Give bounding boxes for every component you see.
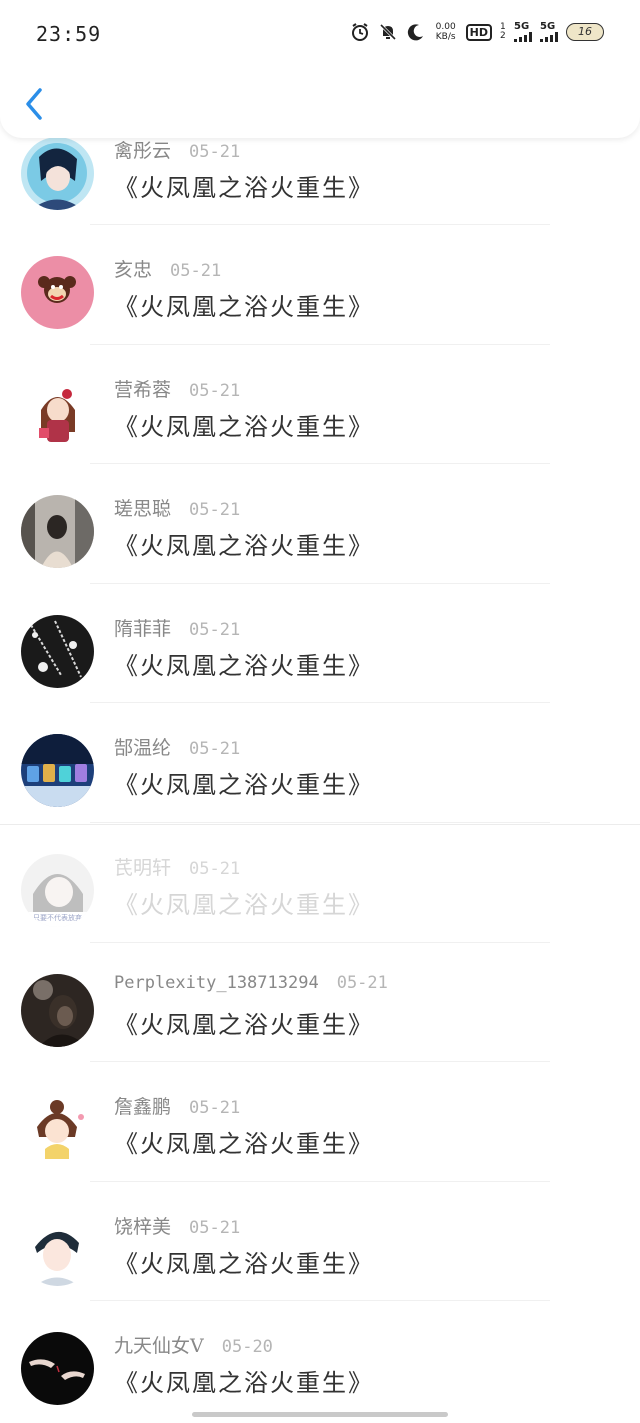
section-divider — [0, 824, 640, 825]
comment-text: 《火凤凰之浴火重生》 — [114, 1249, 374, 1278]
comment-text: 《火凤凰之浴火重生》 — [114, 651, 374, 680]
comment-text: 《火凤凰之浴火重生》 — [114, 293, 374, 321]
net-speed: 0.00 KB/s — [434, 22, 458, 42]
comment-text: 《火凤凰之浴火重生》 — [114, 532, 374, 561]
list-item[interactable]: 九天仙女V 05-20 《火凤凰之浴火重生》 — [0, 1301, 640, 1421]
username[interactable]: 九天仙女V — [114, 1331, 204, 1358]
comment-text: 《火凤凰之浴火重生》 — [114, 771, 374, 800]
comment-text: 《火凤凰之浴火重生》 — [114, 890, 374, 919]
list-item[interactable]: 隋菲菲 05-21 《火凤凰之浴火重生》 — [0, 584, 640, 704]
username[interactable]: 詹鑫鹏 — [114, 1092, 171, 1119]
comment-date: 05-21 — [189, 739, 241, 760]
comment-date: 05-21 — [336, 972, 388, 993]
list-item[interactable]: 詹鑫鹏 05-21 《火凤凰之浴火重生》 — [0, 1062, 640, 1182]
net-speed-value: 0.00 — [435, 22, 456, 32]
list-item[interactable]: Perplexity_138713294 05-21 《火凤凰之浴火重生》 — [0, 943, 640, 1063]
hd-badge: HD — [465, 23, 492, 41]
avatar[interactable] — [21, 495, 94, 569]
hd-sub: 1 2 — [500, 22, 506, 41]
list-item[interactable]: 郜温纶 05-21 《火凤凰之浴火重生》 — [0, 703, 640, 823]
avatar[interactable] — [21, 614, 94, 688]
list-item[interactable]: 亥忠 05-21 《火凤凰之浴火重生》 — [0, 225, 640, 345]
list-item[interactable]: 瑳思聪 05-21 《火凤凰之浴火重生》 — [0, 464, 640, 584]
username[interactable]: 营希蓉 — [114, 375, 171, 402]
username[interactable]: Perplexity_138713294 — [114, 973, 319, 993]
avatar-badge-text: 只要不代表放弃 — [33, 913, 82, 922]
comment-date: 05-21 — [189, 1098, 241, 1119]
comment-date: 05-21 — [170, 261, 222, 281]
moon-icon — [407, 24, 423, 41]
comment-date: 05-21 — [189, 1217, 241, 1238]
signal-1-label: 5G — [514, 21, 530, 32]
signal-bars-icon — [514, 32, 532, 42]
username[interactable]: 瑳思聪 — [114, 494, 171, 521]
comment-date: 05-21 — [189, 380, 241, 401]
list-item[interactable]: 只要不代表放弃 芪明轩 05-21 《火凤凰之浴火重生》 — [0, 823, 640, 943]
comment-text: 《火凤凰之浴火重生》 — [114, 412, 374, 441]
home-indicator[interactable] — [192, 1412, 448, 1417]
signal-1: 5G — [514, 22, 532, 42]
comment-date: 05-21 — [189, 858, 241, 879]
comment-date: 05-21 — [189, 619, 241, 640]
avatar[interactable] — [21, 1332, 94, 1406]
username[interactable]: 饶梓美 — [114, 1212, 171, 1239]
avatar[interactable] — [21, 1093, 94, 1167]
avatar[interactable] — [21, 973, 94, 1047]
comment-text: 《火凤凰之浴火重生》 — [114, 174, 374, 202]
list-item[interactable]: 饶梓美 05-21 《火凤凰之浴火重生》 — [0, 1182, 640, 1302]
comment-date: 05-21 — [189, 500, 241, 521]
avatar[interactable] — [21, 1212, 94, 1286]
comment-text: 《火凤凰之浴火重生》 — [114, 1130, 374, 1159]
list-item[interactable]: 营希蓉 05-21 《火凤凰之浴火重生》 — [0, 345, 640, 465]
top-header: 23:59 0.00 KB/s HD 1 2 5G 5G 16 — [0, 0, 640, 138]
signal-2: 5G — [540, 22, 558, 42]
username[interactable]: 隋菲菲 — [114, 614, 171, 641]
signal-bars-icon — [540, 32, 558, 42]
avatar[interactable] — [21, 137, 94, 210]
username[interactable]: 郜温纶 — [114, 733, 171, 760]
bell-muted-icon — [379, 23, 396, 41]
comment-text: 《火凤凰之浴火重生》 — [114, 1010, 374, 1039]
chevron-left-icon[interactable] — [22, 86, 50, 122]
avatar[interactable] — [21, 256, 94, 329]
avatar[interactable] — [21, 734, 94, 808]
username[interactable]: 禽彤云 — [114, 136, 171, 163]
alarm-icon — [351, 23, 368, 41]
net-speed-unit: KB/s — [435, 32, 456, 42]
username[interactable]: 芪明轩 — [114, 853, 171, 880]
status-time: 23:59 — [36, 22, 102, 46]
username[interactable]: 亥忠 — [114, 255, 152, 282]
comment-list: 禽彤云 05-21 《火凤凰之浴火重生》 亥忠 05-21 《火凤凰之浴火重生》 — [0, 118, 640, 1421]
signal-2-label: 5G — [540, 21, 556, 32]
comment-text: 《火凤凰之浴火重生》 — [114, 1369, 374, 1398]
avatar[interactable]: 只要不代表放弃 — [21, 853, 94, 927]
avatar[interactable] — [21, 375, 94, 449]
comment-date: 05-20 — [221, 1337, 273, 1358]
comment-date: 05-21 — [189, 142, 241, 162]
status-icons: 0.00 KB/s HD 1 2 5G 5G 16 — [350, 22, 604, 42]
status-bar: 23:59 0.00 KB/s HD 1 2 5G 5G 16 — [0, 0, 640, 68]
battery-icon: 16 — [566, 23, 604, 41]
